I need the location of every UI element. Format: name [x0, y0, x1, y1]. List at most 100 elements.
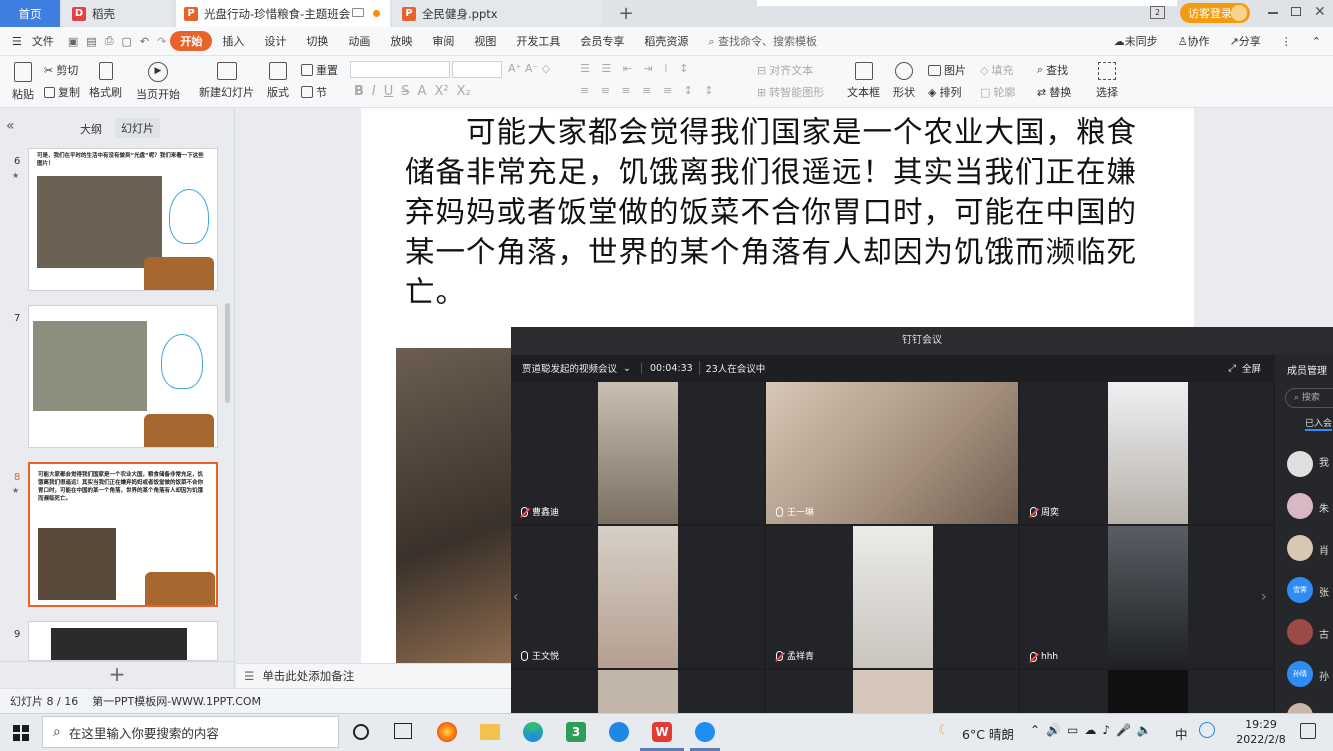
video-tile[interactable]	[1020, 670, 1273, 715]
next-page-icon[interactable]: ›	[1261, 589, 1267, 605]
thumb-slide-6[interactable]: 可是，我们在平时的生活中有没有做到“光盘”呢？我们来看一下这些图片！	[28, 148, 218, 291]
menu-file[interactable]: 文件	[32, 33, 64, 49]
export-icon[interactable]: ▤	[82, 35, 100, 48]
layout-button[interactable]: 版式	[267, 62, 289, 100]
chevron-down-icon[interactable]: ⌄	[617, 363, 641, 374]
menu-insert[interactable]: 插入	[212, 33, 254, 49]
panel-scrollbar[interactable]	[225, 303, 230, 403]
collapse-panel-icon[interactable]: «	[6, 118, 15, 134]
tab-docer[interactable]: D 稻壳	[62, 0, 172, 27]
replace-button[interactable]: ⇄ 替换	[1037, 84, 1071, 100]
save-icon[interactable]: ▣	[64, 35, 82, 48]
align-text-button[interactable]: ⊟ 对齐文本	[757, 62, 813, 78]
video-tile[interactable]: hhh	[1020, 526, 1273, 668]
meeting-app-icon[interactable]	[695, 722, 715, 742]
notification-icon[interactable]	[1300, 723, 1316, 739]
firefox-icon[interactable]	[437, 722, 457, 742]
taskbar-search-box[interactable]: ⌕ 在这里输入你要搜索的内容	[42, 716, 339, 748]
notes-bar[interactable]: ☰ 单击此处添加备注	[236, 663, 511, 688]
menu-transition[interactable]: 切换	[296, 33, 338, 49]
tray-icons[interactable]: ⌃🔊▭☁♪🎤🔈	[1030, 723, 1158, 737]
joined-tab[interactable]: 已入会	[1305, 416, 1333, 431]
app-360-icon[interactable]: 3	[566, 722, 586, 742]
paragraph-align-icon[interactable]: ≡ ≡ ≡ ≡ ≡ ↕ ↕	[580, 84, 718, 97]
bullet-list-icon[interactable]: ☰ ☰ ⇤ ⇥ ⁞ ↕	[580, 62, 692, 75]
video-tile[interactable]: 王文悦	[511, 526, 764, 668]
menu-review[interactable]: 审阅	[422, 33, 464, 49]
picture-button[interactable]: 图片	[928, 62, 966, 78]
sync-button[interactable]: ☁未同步	[1104, 33, 1168, 49]
font-size-select[interactable]	[452, 61, 502, 78]
video-tile[interactable]: 曹鑫迪	[511, 382, 764, 524]
fullscreen-button[interactable]: 全屏	[1242, 361, 1275, 375]
taskbar-clock[interactable]: 19:29 2022/2/8	[1233, 717, 1289, 747]
tab-document-active[interactable]: P 光盘行动-珍惜粮食-主题班会	[176, 0, 390, 27]
reset-button[interactable]: 重置	[301, 62, 338, 78]
shape-button[interactable]: 形状	[893, 62, 915, 100]
fullscreen-icon[interactable]: ⤢	[1228, 363, 1242, 374]
new-slide-button[interactable]: 新建幻灯片	[199, 62, 254, 100]
print-icon[interactable]: ⎙	[101, 34, 118, 48]
cut-button[interactable]: ✂ 剪切	[44, 62, 78, 78]
new-tab-button[interactable]: +	[616, 0, 636, 27]
add-slide-button[interactable]: +	[0, 661, 234, 688]
wps-icon[interactable]: W	[652, 722, 672, 742]
menu-docer-resources[interactable]: 稻壳资源	[634, 33, 698, 49]
video-tile[interactable]	[766, 670, 1018, 715]
tab-outline[interactable]: 大纲	[80, 121, 102, 137]
tab-document-2[interactable]: P 全民健身.pptx	[392, 0, 602, 27]
arrange-button[interactable]: ◈ 排列	[928, 84, 961, 100]
thumb-slide-8-active[interactable]: 可能大家都会觉得我们国家是一个农业大国，粮食储备非常充足，饥饿离我们很遥远！其实…	[28, 462, 218, 607]
font-name-select[interactable]	[350, 61, 450, 78]
task-view-icon[interactable]	[394, 723, 412, 739]
menu-developer[interactable]: 开发工具	[506, 33, 570, 49]
tab-home[interactable]: 首页	[0, 0, 60, 27]
outline-button[interactable]: □ 轮廓	[980, 84, 1015, 100]
video-tile-active[interactable]: 王一琳	[766, 382, 1018, 524]
thumb-slide-7[interactable]	[28, 305, 218, 448]
windows-start-icon[interactable]	[13, 725, 29, 741]
guest-login-button[interactable]: 访客登录	[1180, 3, 1250, 23]
weather-text[interactable]: 6°C 晴朗	[962, 724, 1014, 743]
menu-member[interactable]: 会员专享	[570, 33, 634, 49]
member-search-input[interactable]: ⌕ 搜索	[1285, 388, 1333, 408]
input-method-icon[interactable]	[1199, 722, 1215, 738]
smart-shape-button[interactable]: ⊞ 转智能图形	[757, 84, 824, 100]
copy-button[interactable]: 复制	[44, 84, 80, 100]
preview-icon[interactable]: ▢	[118, 35, 136, 48]
more-icon[interactable]: ⋮	[1271, 35, 1302, 48]
hamburger-icon[interactable]: ☰	[0, 35, 32, 48]
window-count-icon[interactable]: 2	[1150, 6, 1165, 19]
play-from-current-button[interactable]: ▶ 当页开始	[136, 62, 180, 102]
menu-animation[interactable]: 动画	[338, 33, 380, 49]
close-icon[interactable]: ✕	[1314, 4, 1326, 20]
format-painter-button[interactable]: 格式刷	[89, 62, 122, 100]
section-button[interactable]: 节	[301, 84, 327, 100]
slide-photo[interactable]	[396, 348, 511, 663]
menu-view[interactable]: 视图	[464, 33, 506, 49]
ime-indicator[interactable]: 中	[1175, 724, 1188, 743]
textbox-button[interactable]: 文本框	[847, 62, 880, 100]
cortana-icon[interactable]	[353, 724, 369, 740]
paste-button[interactable]: 粘贴	[12, 62, 34, 102]
edge-icon[interactable]	[523, 722, 543, 742]
video-tile[interactable]: 周奕	[1020, 382, 1273, 524]
slide-body-text[interactable]: 可能大家都会觉得我们国家是一个农业大国，粮食储备非常充足，饥饿离我们很遥远！其实…	[405, 112, 1145, 312]
collab-button[interactable]: ♙协作	[1168, 33, 1220, 49]
find-button[interactable]: ⌕ 查找	[1037, 62, 1068, 78]
file-explorer-icon[interactable]	[480, 724, 500, 740]
prev-page-icon[interactable]: ‹	[513, 589, 519, 605]
font-style-group[interactable]: B I U S A X² X₂	[354, 84, 471, 99]
menu-design[interactable]: 设计	[254, 33, 296, 49]
video-tile[interactable]: 孟祥青	[766, 526, 1018, 668]
menu-slideshow[interactable]: 放映	[380, 33, 422, 49]
collapse-ribbon-icon[interactable]: ⌃	[1302, 35, 1333, 48]
select-button[interactable]: 选择	[1096, 62, 1118, 100]
menu-home-tab[interactable]: 开始	[170, 31, 213, 51]
cloud-status-icon[interactable]	[352, 8, 364, 17]
search-command[interactable]: ⌕ 查找命令、搜索模板	[698, 33, 827, 49]
share-button[interactable]: ↗分享	[1220, 33, 1271, 49]
minimize-icon[interactable]	[1268, 12, 1278, 14]
undo-icon[interactable]: ↶	[136, 35, 153, 48]
thumb-slide-9[interactable]	[28, 621, 218, 661]
